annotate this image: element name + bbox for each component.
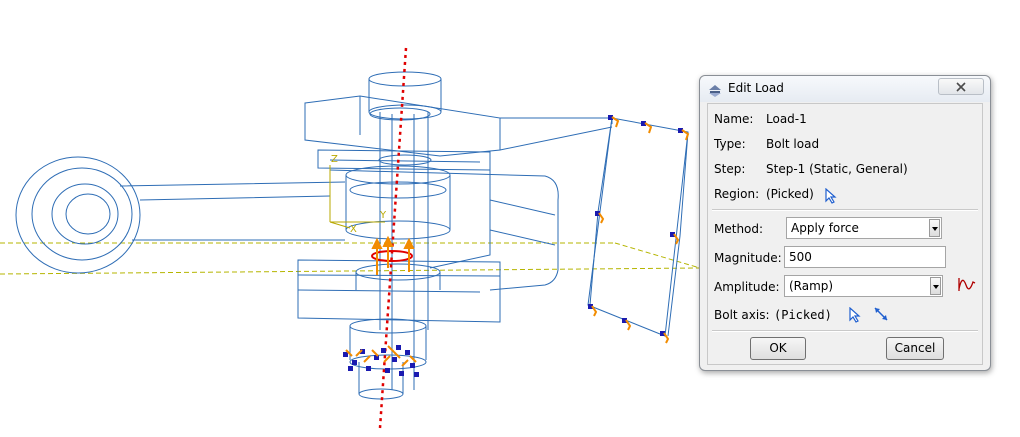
name-label: Name: <box>714 112 754 126</box>
close-button[interactable] <box>938 78 984 95</box>
step-value: Step-1 (Static, General) <box>766 162 908 176</box>
magnitude-input-value: 500 <box>789 250 812 264</box>
method-select[interactable]: Apply force <box>786 217 942 239</box>
region-label: Region: <box>714 187 760 201</box>
dialog-content: Name: Load-1 Type: Bolt load Step: Step-… <box>707 103 983 365</box>
method-label: Method: <box>714 222 764 236</box>
bolt-axis-pick-arrow-cursor-icon[interactable] <box>848 306 862 327</box>
method-select-value: Apply force <box>791 221 859 235</box>
region-pick-arrow-cursor-icon[interactable] <box>824 187 838 208</box>
amplitude-select[interactable]: (Ramp) <box>784 275 943 297</box>
close-icon <box>956 82 966 92</box>
region-value: (Picked) <box>766 187 814 201</box>
chevron-down-icon[interactable] <box>929 219 940 237</box>
dialog-titlebar[interactable]: Edit Load <box>700 76 990 102</box>
axis-direction-icon[interactable] <box>873 306 889 326</box>
amplitude-curve-icon[interactable] <box>958 276 976 298</box>
divider <box>712 209 978 211</box>
amplitude-select-value: (Ramp) <box>789 279 834 293</box>
triad-z-label: Z <box>331 154 338 165</box>
edit-load-dialog: Edit Load Name: Load-1 Type: Bolt load S… <box>699 75 991 371</box>
name-value: Load-1 <box>766 112 807 126</box>
ok-button[interactable]: OK <box>750 337 806 360</box>
step-label: Step: <box>714 162 746 176</box>
triad-x-label: X <box>350 224 357 235</box>
magnitude-label: Magnitude: <box>714 251 782 265</box>
bolt-axis-label: Bolt axis: <box>714 308 770 322</box>
bc-markers <box>588 115 690 344</box>
magnitude-input[interactable]: 500 <box>784 246 946 268</box>
divider <box>712 330 978 332</box>
chevron-down-icon[interactable] <box>930 277 941 295</box>
wireframe-model <box>15 71 689 400</box>
amplitude-label: Amplitude: <box>714 280 780 294</box>
type-label: Type: <box>714 137 746 151</box>
bc-cluster <box>343 345 419 377</box>
triad-y-label: Y <box>379 210 387 221</box>
load-dialog-icon <box>708 83 722 102</box>
type-value: Bolt load <box>766 137 820 151</box>
cancel-button[interactable]: Cancel <box>886 337 944 360</box>
load-arrows <box>371 235 415 275</box>
dialog-title: Edit Load <box>728 81 784 95</box>
bolt-axis-value: (Picked) <box>774 308 832 322</box>
